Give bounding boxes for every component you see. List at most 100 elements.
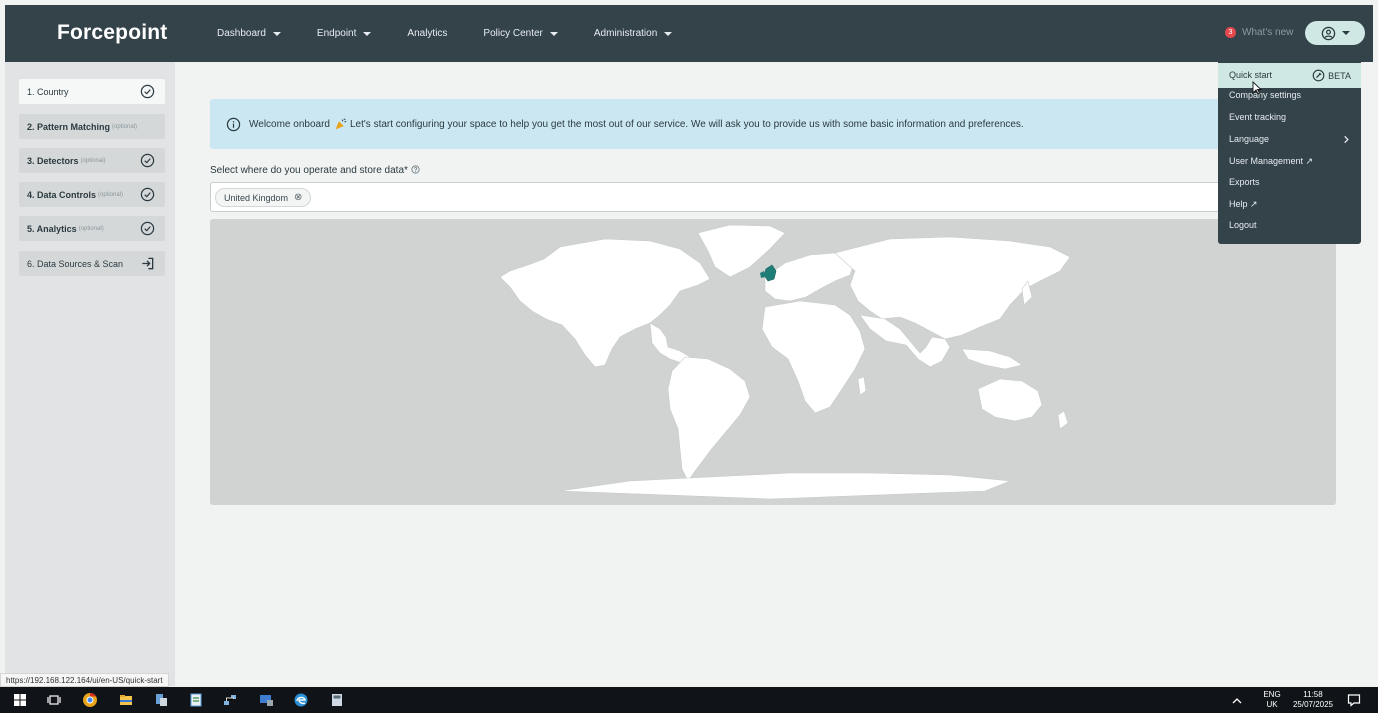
network-icon[interactable] xyxy=(222,692,238,708)
party-popper-icon xyxy=(335,117,347,129)
caret-down-icon xyxy=(1341,31,1350,35)
banner-text-intro: Let's start configuring your space to he… xyxy=(349,118,1024,130)
nav-endpoint[interactable]: Endpoint xyxy=(316,28,372,39)
task-view-icon[interactable] xyxy=(46,692,62,708)
menu-item-company-settings[interactable]: Company settings xyxy=(1229,90,1301,100)
step-label: 3. Detectors xyxy=(27,155,79,166)
keyboard-layout: UK xyxy=(1266,700,1278,709)
menu-item-quick-start[interactable]: Quick start BETA xyxy=(1218,63,1361,88)
caret-down-icon xyxy=(664,31,673,36)
nav-analytics-label: Analytics xyxy=(407,28,448,39)
check-circle-icon xyxy=(140,187,155,202)
help-icon[interactable] xyxy=(411,165,420,174)
step-analytics[interactable]: 5. Analytics (optional) xyxy=(19,216,165,241)
language-code: ENG xyxy=(1263,690,1281,699)
map-region xyxy=(649,322,691,364)
map-region xyxy=(499,238,711,368)
notepad-icon[interactable] xyxy=(188,692,204,708)
user-dropdown-menu: Quick start BETA Company settings Event … xyxy=(1218,57,1361,244)
step-optional-tag: (optional) xyxy=(80,157,106,164)
clock-time: 11:58 xyxy=(1303,690,1323,699)
check-circle-icon xyxy=(140,84,155,99)
menu-item-label: Quick start xyxy=(1229,70,1273,80)
windows-taskbar: ENG UK 11:58 25/07/2025 xyxy=(0,687,1378,713)
chevron-up-icon[interactable] xyxy=(1229,693,1245,709)
onboarding-steps-sidebar: 1. Country 2. Pattern Matching (optional)… xyxy=(5,62,175,686)
step-optional-tag: (optional) xyxy=(78,225,104,232)
map-region xyxy=(559,472,1011,500)
map-region xyxy=(1057,410,1069,430)
notification-center-icon[interactable] xyxy=(1346,692,1362,708)
step-label: 4. Data Controls xyxy=(27,189,97,200)
step-label: 2. Pattern Matching xyxy=(27,121,111,132)
chrome-icon[interactable] xyxy=(82,692,98,708)
map-region xyxy=(977,378,1043,422)
step-label: 1. Country xyxy=(27,86,69,97)
caret-down-icon xyxy=(272,31,281,36)
map-region xyxy=(857,376,867,396)
nav-dashboard[interactable]: Dashboard xyxy=(217,28,281,39)
beta-badge: BETA xyxy=(1312,69,1351,82)
app-icon[interactable] xyxy=(153,692,169,708)
mouse-cursor-icon xyxy=(1252,81,1262,95)
country-chip-label: United Kingdom xyxy=(224,192,289,203)
notification-count-badge: 3 xyxy=(1225,27,1236,38)
info-icon xyxy=(226,117,241,131)
nav-administration[interactable]: Administration xyxy=(594,28,673,39)
forcepoint-logo[interactable]: Forcepoint xyxy=(57,21,168,45)
step-optional-tag: (optional) xyxy=(112,123,138,130)
calculator-icon[interactable] xyxy=(329,692,345,708)
world-map[interactable] xyxy=(210,219,1336,505)
step-data-sources-scan[interactable]: 6. Data Sources & Scan xyxy=(19,251,165,276)
step-detectors[interactable]: 3. Detectors (optional) xyxy=(19,148,165,173)
step-pattern-matching[interactable]: 2. Pattern Matching (optional) xyxy=(19,114,165,139)
remote-desktop-icon[interactable] xyxy=(258,692,274,708)
step-data-controls[interactable]: 4. Data Controls (optional) xyxy=(19,182,165,207)
wrench-icon xyxy=(1312,69,1325,82)
world-map-graphic xyxy=(499,224,1071,500)
menu-item-logout[interactable]: Logout xyxy=(1229,220,1257,230)
chevron-right-icon xyxy=(1344,135,1349,144)
country-chip: United Kingdom ⊗ xyxy=(215,188,312,207)
banner-text-welcome: Welcome onboard xyxy=(249,118,330,130)
map-region xyxy=(761,300,866,414)
whats-new-link[interactable]: 3 What's new xyxy=(1225,27,1293,38)
menu-item-help[interactable]: Help ↗ xyxy=(1229,199,1258,210)
windows-start-icon[interactable] xyxy=(12,692,28,708)
exit-arrow-icon xyxy=(142,257,154,270)
welcome-banner: Welcome onboard Let's start configuring … xyxy=(210,99,1336,149)
step-optional-tag: (optional) xyxy=(98,191,124,198)
map-region xyxy=(961,348,1023,370)
check-circle-icon xyxy=(140,153,155,168)
step-label: 6. Data Sources & Scan xyxy=(27,258,124,269)
beta-label: BETA xyxy=(1328,70,1351,81)
step-country[interactable]: 1. Country xyxy=(19,79,165,104)
nav-policy-center-label: Policy Center xyxy=(483,28,543,39)
nav-analytics[interactable]: Analytics xyxy=(407,28,447,39)
nav-endpoint-label: Endpoint xyxy=(316,28,357,39)
nav-policy-center[interactable]: Policy Center xyxy=(483,28,558,39)
step-label: 5. Analytics xyxy=(27,223,77,234)
menu-item-event-tracking[interactable]: Event tracking xyxy=(1229,112,1286,122)
map-region xyxy=(667,356,751,482)
user-menu-button[interactable] xyxy=(1305,21,1365,45)
country-select-label-text: Select where do you operate and store da… xyxy=(210,165,408,176)
menu-item-language[interactable]: Language xyxy=(1229,134,1351,144)
menu-item-exports[interactable]: Exports xyxy=(1229,177,1260,187)
edge-icon[interactable] xyxy=(293,692,309,708)
caret-down-icon xyxy=(363,31,372,36)
country-multiselect-input[interactable]: United Kingdom ⊗ xyxy=(210,182,1336,212)
country-select-label: Select where do you operate and store da… xyxy=(210,165,420,176)
top-navigation-bar: Forcepoint Dashboard Endpoint Analytics … xyxy=(5,5,1373,62)
main-content: Welcome onboard Let's start configuring … xyxy=(175,62,1373,686)
file-explorer-icon[interactable] xyxy=(118,692,134,708)
menu-item-user-management[interactable]: User Management ↗ xyxy=(1229,156,1313,167)
status-bar-url: https://192.168.122.164/ui/en-US/quick-s… xyxy=(0,673,169,687)
whats-new-label: What's new xyxy=(1242,27,1294,38)
map-region xyxy=(764,252,856,302)
language-indicator[interactable]: ENG UK xyxy=(1262,690,1282,710)
remove-chip-icon[interactable]: ⊗ xyxy=(294,192,302,203)
clock-date: 25/07/2025 xyxy=(1292,700,1334,709)
map-region-ireland xyxy=(760,271,765,278)
clock[interactable]: 11:58 25/07/2025 xyxy=(1290,690,1336,710)
